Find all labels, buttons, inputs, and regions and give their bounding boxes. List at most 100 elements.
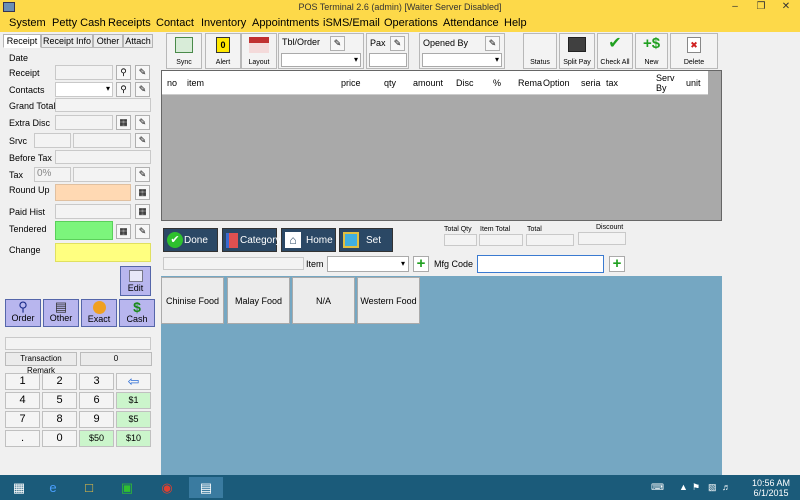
keypad-8[interactable]: 8 bbox=[42, 411, 77, 428]
network-icon[interactable]: ▧ bbox=[708, 482, 717, 493]
mfg-code-field[interactable] bbox=[477, 255, 604, 273]
keypad-5[interactable]: 5 bbox=[42, 392, 77, 409]
broom-icon[interactable]: ✎ bbox=[485, 36, 500, 51]
contacts-select[interactable]: ▾ bbox=[55, 82, 113, 97]
other-payment-button[interactable]: ▤ Other bbox=[43, 299, 79, 327]
keypad-0[interactable]: 0 bbox=[42, 430, 77, 447]
total-label: Total bbox=[527, 226, 542, 233]
menu-attendance[interactable]: Attendance bbox=[443, 17, 499, 29]
ie-icon[interactable]: e bbox=[38, 477, 68, 498]
keypad-2[interactable]: 2 bbox=[42, 373, 77, 390]
calculator-icon[interactable]: ▦ bbox=[116, 115, 131, 130]
chrome-icon[interactable]: ◉ bbox=[152, 477, 182, 498]
close-button[interactable]: ✕ bbox=[775, 0, 797, 14]
alert-button[interactable]: 0 Alert bbox=[205, 33, 241, 69]
broom-icon[interactable]: ✎ bbox=[390, 36, 405, 51]
flag-icon[interactable]: ⚑ bbox=[692, 482, 700, 493]
status-button[interactable]: Status bbox=[523, 33, 557, 69]
folder-icon[interactable]: □ bbox=[74, 477, 104, 498]
keypad-50-dollar[interactable]: $50 bbox=[79, 430, 114, 447]
category-malay-food[interactable]: Malay Food bbox=[227, 277, 290, 324]
cash-button[interactable]: $ Cash bbox=[119, 299, 155, 327]
extra-disc-field[interactable] bbox=[55, 115, 113, 130]
broom-icon[interactable]: ✎ bbox=[135, 82, 150, 97]
exact-button[interactable]: Exact bbox=[81, 299, 117, 327]
check-all-button[interactable]: ✔ Check All bbox=[597, 33, 633, 69]
sync-button[interactable]: Sync bbox=[166, 33, 202, 69]
srvc-field[interactable] bbox=[34, 133, 71, 148]
cash-label: Cash bbox=[126, 314, 148, 324]
broom-icon[interactable]: ✎ bbox=[135, 65, 150, 80]
menu-operations[interactable]: Operations bbox=[384, 17, 438, 29]
calculator-icon[interactable]: ▦ bbox=[116, 224, 131, 239]
tray-arrow-icon[interactable]: ▲ bbox=[679, 482, 688, 492]
menu-contact[interactable]: Contact bbox=[156, 17, 194, 29]
maximize-button[interactable]: ❐ bbox=[750, 0, 772, 14]
volume-icon[interactable]: ♬ bbox=[722, 482, 731, 492]
clock[interactable]: 10:56 AM 6/1/2015 bbox=[740, 478, 800, 498]
round-up-icon[interactable]: ▦ bbox=[135, 185, 150, 200]
start-icon[interactable]: ▦ bbox=[4, 477, 34, 498]
keypad-10-dollar[interactable]: $10 bbox=[116, 430, 151, 447]
round-up-field[interactable] bbox=[55, 184, 131, 201]
calculator-icon[interactable]: ▦ bbox=[135, 204, 150, 219]
split-pay-button[interactable]: Split Pay bbox=[559, 33, 595, 69]
item-grid[interactable]: no item price qty amount Disc % Rema Opt… bbox=[161, 70, 722, 221]
transaction-remark-button[interactable]: Transaction Remark bbox=[5, 352, 77, 375]
home-button[interactable]: ⌂ Home bbox=[281, 228, 336, 252]
search-icon[interactable]: ⚲ bbox=[116, 65, 131, 80]
item-select[interactable]: ▾ bbox=[327, 256, 409, 272]
set-button[interactable]: Set bbox=[339, 228, 393, 252]
opened-by-select[interactable]: ▾ bbox=[422, 53, 502, 67]
category-western-food[interactable]: Western Food bbox=[357, 277, 420, 324]
keypad-5-dollar[interactable]: $5 bbox=[116, 411, 151, 428]
broom-icon[interactable]: ✎ bbox=[135, 115, 150, 130]
keypad-4[interactable]: 4 bbox=[5, 392, 40, 409]
new-button[interactable]: +$ New bbox=[635, 33, 668, 69]
menu-receipts[interactable]: Receipts bbox=[108, 17, 151, 29]
menu-isms-email[interactable]: iSMS/Email bbox=[323, 17, 380, 29]
category-button[interactable]: Category bbox=[222, 228, 281, 252]
keypad-1-dollar[interactable]: $1 bbox=[116, 392, 151, 409]
broom-icon[interactable]: ✎ bbox=[135, 224, 150, 239]
tendered-field[interactable] bbox=[55, 221, 113, 240]
keypad-6[interactable]: 6 bbox=[79, 392, 114, 409]
receipt-field[interactable] bbox=[55, 65, 113, 80]
broom-icon[interactable]: ✎ bbox=[330, 36, 345, 51]
keypad-7[interactable]: 7 bbox=[5, 411, 40, 428]
search-icon[interactable]: ⚲ bbox=[116, 82, 131, 97]
order-button[interactable]: ⚲ Order bbox=[5, 299, 41, 327]
tab-receipt-info[interactable]: Receipt Info bbox=[41, 34, 93, 48]
add-mfg-icon[interactable]: + bbox=[609, 256, 625, 272]
tab-receipt[interactable]: Receipt bbox=[3, 34, 41, 48]
category-chinise-food[interactable]: Chinise Food bbox=[161, 277, 224, 324]
keypad-dot[interactable]: . bbox=[5, 430, 40, 447]
broom-icon[interactable]: ✎ bbox=[135, 133, 150, 148]
tab-other[interactable]: Other bbox=[93, 34, 123, 48]
broom-icon[interactable]: ✎ bbox=[135, 167, 150, 182]
done-button[interactable]: ✔ Done bbox=[163, 228, 218, 252]
pos-task-icon[interactable]: ▤ bbox=[189, 477, 223, 498]
layout-button[interactable]: Layout bbox=[241, 33, 277, 69]
pax-field[interactable] bbox=[369, 53, 407, 67]
keyboard-icon[interactable]: ⌨ bbox=[651, 482, 664, 493]
barcode-field[interactable] bbox=[163, 257, 304, 270]
category-na[interactable]: N/A bbox=[292, 277, 355, 324]
keypad-3[interactable]: 3 bbox=[79, 373, 114, 390]
backspace-icon[interactable]: ⇦ bbox=[116, 373, 151, 390]
tax-rate-field[interactable]: 0% bbox=[34, 167, 71, 182]
menu-system[interactable]: System bbox=[9, 17, 46, 29]
edit-button[interactable]: Edit bbox=[120, 266, 151, 296]
add-item-icon[interactable]: + bbox=[413, 256, 429, 272]
menu-petty-cash[interactable]: Petty Cash bbox=[52, 17, 106, 29]
menu-inventory[interactable]: Inventory bbox=[201, 17, 246, 29]
delete-button[interactable]: ✖ Delete bbox=[670, 33, 718, 69]
minimize-button[interactable]: – bbox=[724, 0, 746, 14]
keypad-1[interactable]: 1 bbox=[5, 373, 40, 390]
keypad-9[interactable]: 9 bbox=[79, 411, 114, 428]
tbl-order-select[interactable]: ▾ bbox=[281, 53, 361, 67]
menu-appointments[interactable]: Appointments bbox=[252, 17, 319, 29]
menu-help[interactable]: Help bbox=[504, 17, 527, 29]
tab-attach[interactable]: Attach bbox=[123, 34, 153, 48]
store-icon[interactable]: ▣ bbox=[112, 477, 142, 498]
